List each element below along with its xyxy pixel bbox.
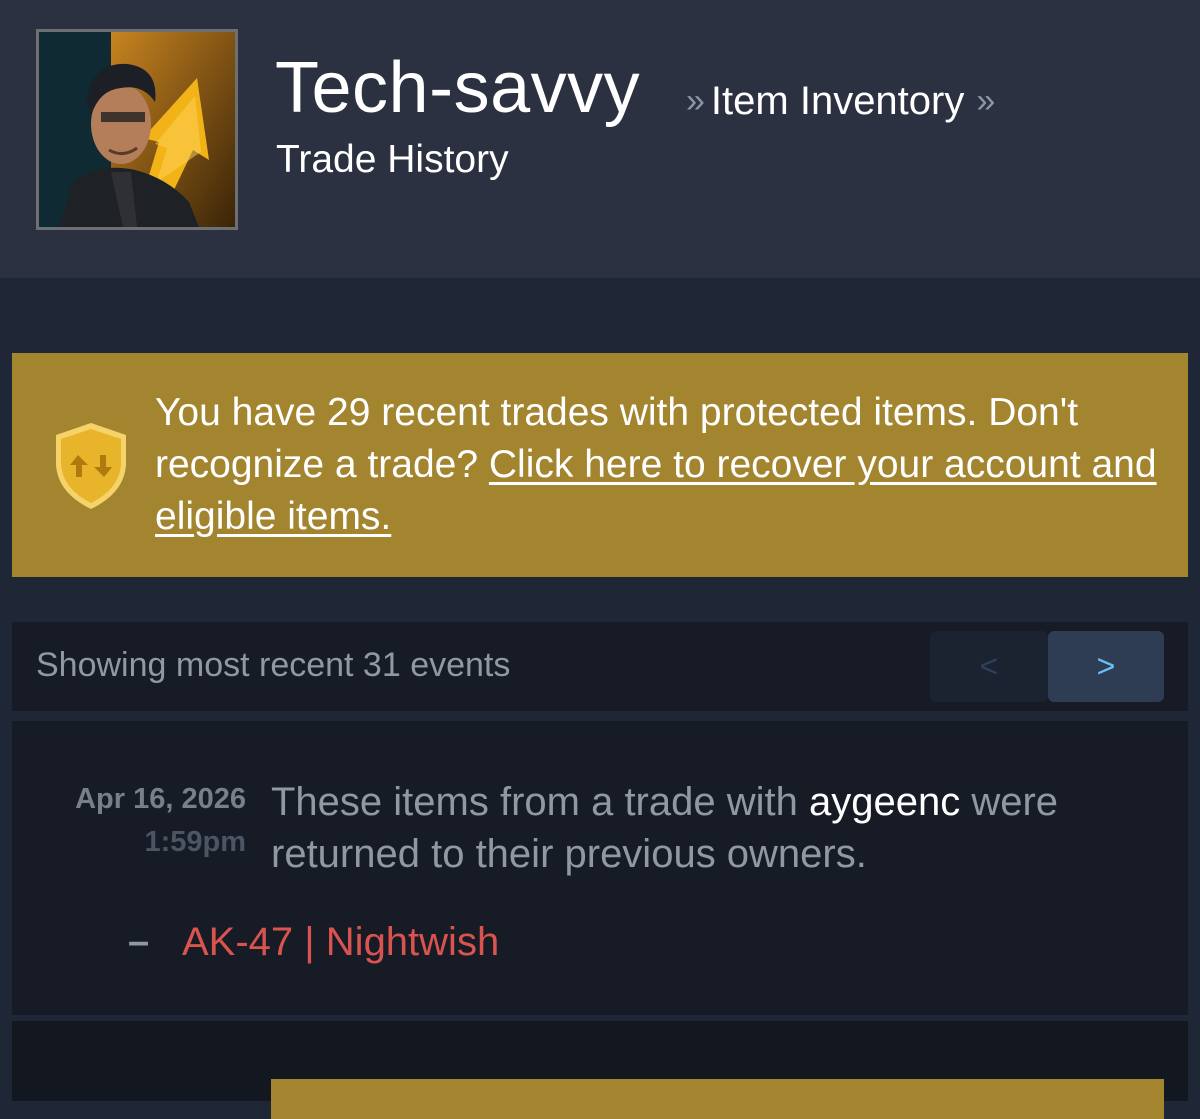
trade-partner-link[interactable]: aygeenc	[809, 780, 960, 824]
notice-text: You have 29 recent trades with protected…	[155, 387, 1165, 543]
avatar-image	[39, 32, 235, 227]
event-time: 1:59pm	[144, 826, 246, 858]
event-date: Apr 16, 2026	[75, 783, 246, 815]
profile-header: Tech-savvy » Item Inventory » Trade Hist…	[0, 0, 1200, 278]
breadcrumb-separator: »	[686, 81, 705, 120]
item-inventory-link[interactable]: Item Inventory	[711, 79, 964, 124]
persona-name[interactable]: Tech-savvy	[275, 46, 640, 130]
event-item: – AK-47 | Nightwish	[128, 917, 499, 967]
prev-page-button[interactable]: <	[930, 631, 1048, 702]
item-removed-marker: –	[128, 920, 150, 963]
breadcrumb: » Item Inventory »	[686, 78, 995, 124]
event-notice-bar	[271, 1079, 1164, 1119]
shield-trade-icon	[56, 423, 126, 509]
item-name[interactable]: AK-47 | Nightwish	[182, 920, 499, 965]
avatar[interactable]	[36, 29, 238, 230]
paging-bar: Showing most recent 31 events < >	[12, 622, 1188, 711]
trade-event-row: Apr 16, 2026 1:59pm These items from a t…	[12, 721, 1188, 1015]
events-count-label: Showing most recent 31 events	[36, 646, 511, 684]
breadcrumb-separator: »	[976, 81, 996, 120]
trade-event-row	[12, 1021, 1188, 1119]
next-page-button[interactable]: >	[1048, 631, 1164, 702]
event-description: These items from a trade with aygeenc we…	[271, 776, 1151, 880]
page-title: Trade History	[276, 138, 509, 181]
event-desc-before: These items from a trade with	[271, 780, 809, 824]
